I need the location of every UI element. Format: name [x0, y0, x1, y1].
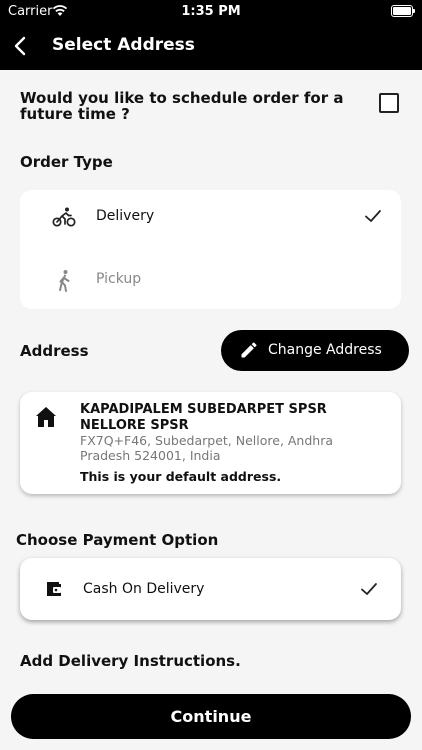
battery-icon	[391, 5, 415, 17]
status-bar: Carrier 1:35 PM	[0, 0, 422, 22]
order-type-heading: Order Type	[20, 153, 113, 171]
order-type-card: Delivery Pickup	[20, 190, 401, 309]
default-address-note: This is your default address.	[80, 469, 282, 484]
navigation-bar: Select Address	[0, 22, 422, 70]
cash-on-delivery-label: Cash On Delivery	[83, 581, 205, 597]
clock: 1:35 PM	[181, 4, 241, 19]
delivery-label: Delivery	[96, 208, 155, 224]
pencil-icon	[241, 342, 257, 358]
address-card[interactable]: KAPADIPALEM SUBEDARPET SPSR NELLORE SPSR…	[20, 392, 401, 494]
continue-button[interactable]: Continue	[11, 694, 411, 739]
back-arrow-icon[interactable]	[8, 32, 36, 60]
pickup-label: Pickup	[96, 271, 142, 287]
order-type-delivery[interactable]: Delivery	[20, 190, 401, 246]
checkmark-icon	[365, 210, 381, 222]
address-name: KAPADIPALEM SUBEDARPET SPSR NELLORE SPSR	[80, 402, 327, 433]
payment-heading: Choose Payment Option	[16, 531, 219, 549]
order-type-pickup[interactable]: Pickup	[20, 253, 401, 309]
payment-option-cash[interactable]: Cash On Delivery	[20, 558, 401, 620]
wallet-icon	[47, 582, 61, 596]
page-title: Select Address	[52, 35, 195, 55]
change-address-button[interactable]: Change Address	[221, 330, 409, 371]
address-detail: FX7Q+F46, Subedarpet, Nellore, Andhra Pr…	[80, 433, 334, 463]
schedule-question: Would you like to schedule order for a f…	[20, 89, 344, 123]
address-heading: Address	[20, 342, 89, 360]
checkmark-icon	[361, 583, 377, 595]
schedule-checkbox[interactable]	[379, 93, 399, 113]
walking-person-icon	[59, 270, 70, 292]
delivery-instructions-heading[interactable]: Add Delivery Instructions.	[20, 652, 241, 670]
home-icon	[36, 407, 56, 427]
bicycle-icon	[52, 207, 76, 227]
change-address-label: Change Address	[268, 342, 382, 358]
